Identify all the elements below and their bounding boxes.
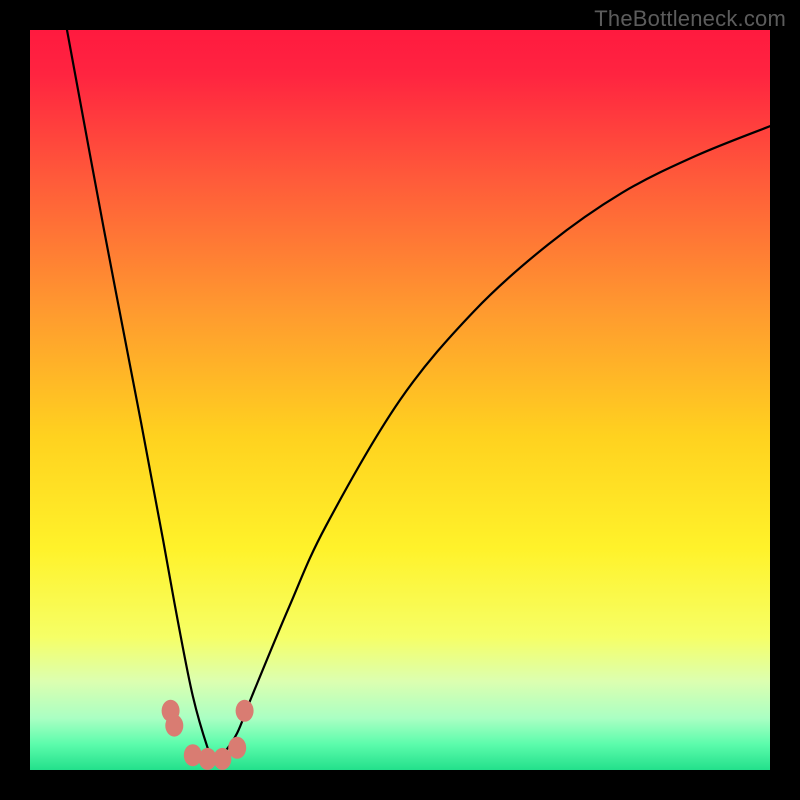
marker-point xyxy=(184,744,202,766)
bottleneck-curve xyxy=(67,30,770,763)
chart-frame: TheBottleneck.com xyxy=(0,0,800,800)
marker-group xyxy=(162,700,254,770)
marker-point xyxy=(236,700,254,722)
plot-area xyxy=(30,30,770,770)
marker-point xyxy=(165,715,183,737)
marker-point xyxy=(228,737,246,759)
watermark-text: TheBottleneck.com xyxy=(594,6,786,32)
curve-layer xyxy=(30,30,770,770)
